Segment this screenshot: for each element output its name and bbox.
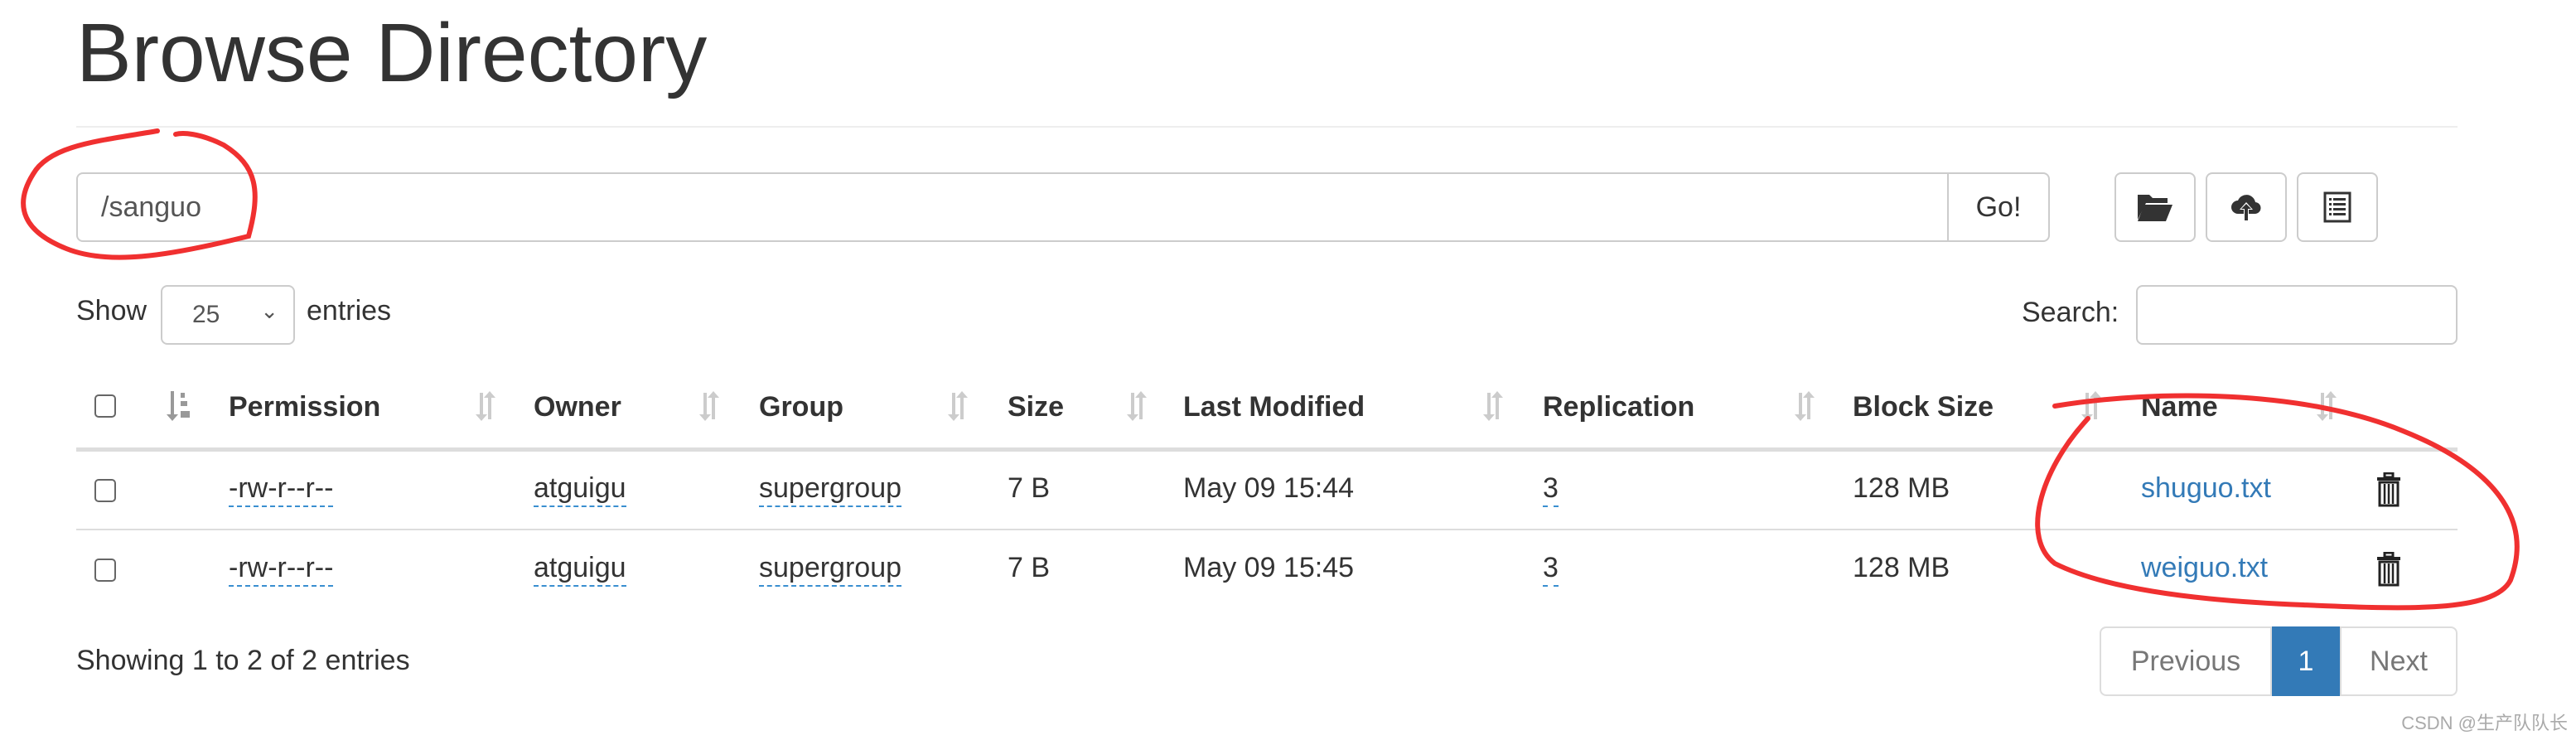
cell-replication-text[interactable]: 3 (1543, 552, 1559, 587)
page-size-select[interactable]: 25 ⌄ (161, 285, 295, 345)
cell-name[interactable]: weiguo.txt (2141, 552, 2268, 584)
cell-size-text: 7 B (1008, 552, 1051, 583)
cell-replication-text[interactable]: 3 (1543, 472, 1559, 507)
chevron-down-icon: ⌄ (260, 298, 278, 323)
go-button[interactable]: Go! (1947, 172, 2050, 242)
cell-size: 7 B (1008, 552, 1050, 584)
divider (76, 126, 2458, 128)
cell-last-modified-text: May 09 15:45 (1183, 552, 1355, 583)
column-group[interactable]: Group (759, 391, 843, 423)
cell-permission-text[interactable]: -rw-r--r-- (229, 552, 334, 587)
cell-owner-text[interactable]: atguigu (534, 552, 626, 587)
cell-block-size-text: 128 MB (1853, 552, 1950, 583)
sort-icon[interactable] (2080, 389, 2105, 423)
sort-icon[interactable] (1793, 389, 1818, 423)
sort-icon[interactable] (2315, 389, 2340, 423)
cell-group-text[interactable]: supergroup (759, 472, 902, 507)
entries-label: entries (307, 295, 392, 326)
watermark: CSDN @生产队队长 (2401, 713, 2568, 733)
search-label: Search: (2022, 297, 2119, 328)
sort-icon[interactable] (1125, 389, 1150, 423)
cell-last-modified-text: May 09 15:44 (1183, 472, 1355, 504)
cell-block-size: 128 MB (1853, 472, 1950, 505)
next-button[interactable]: Next (2340, 626, 2458, 696)
cell-replication[interactable]: 3 (1543, 472, 1559, 507)
page-1-button[interactable]: 1 (2272, 626, 2340, 696)
column-permission[interactable]: Permission (229, 391, 380, 423)
cell-permission-text[interactable]: -rw-r--r-- (229, 472, 334, 507)
search-input[interactable] (2136, 285, 2458, 345)
column-replication[interactable]: Replication (1543, 391, 1694, 423)
create-directory-button[interactable] (2114, 172, 2196, 242)
cell-permission[interactable]: -rw-r--r-- (229, 472, 334, 507)
row-checkbox[interactable] (94, 559, 116, 582)
cell-owner-text[interactable]: atguigu (534, 472, 626, 507)
pagination: Previous 1 Next (2100, 626, 2458, 696)
cell-group[interactable]: supergroup (759, 472, 902, 507)
cell-owner[interactable]: atguigu (534, 552, 626, 587)
cell-block-size-text: 128 MB (1853, 472, 1950, 504)
cell-size-text: 7 B (1008, 472, 1051, 504)
cell-size: 7 B (1008, 472, 1050, 505)
cell-name[interactable]: shuguo.txt (2141, 472, 2271, 505)
cell-name-text[interactable]: shuguo.txt (2141, 472, 2271, 504)
cell-permission[interactable]: -rw-r--r-- (229, 552, 334, 587)
path-input[interactable] (76, 172, 1949, 242)
sort-icon[interactable] (698, 389, 723, 423)
folder-open-icon (2138, 195, 2172, 221)
row-checkbox[interactable] (94, 479, 116, 502)
cell-replication[interactable]: 3 (1543, 552, 1559, 587)
cell-group[interactable]: supergroup (759, 552, 902, 587)
cloud-upload-icon (2231, 195, 2261, 221)
cell-group-text[interactable]: supergroup (759, 552, 902, 587)
cell-block-size: 128 MB (1853, 552, 1950, 584)
select-all-checkbox[interactable] (94, 394, 116, 418)
header-divider (76, 447, 2458, 452)
trash-icon[interactable] (2376, 472, 2401, 507)
cut-paste-button[interactable] (2297, 172, 2378, 242)
cell-last-modified: May 09 15:45 (1183, 552, 1354, 584)
cell-name-text[interactable]: weiguo.txt (2141, 552, 2268, 583)
page-size-value: 25 (192, 301, 220, 328)
column-size[interactable]: Size (1008, 391, 1064, 423)
sort-icon[interactable] (1481, 389, 1506, 423)
column-block-size[interactable]: Block Size (1853, 391, 1994, 423)
row-divider (76, 529, 2458, 530)
cell-last-modified: May 09 15:44 (1183, 472, 1354, 505)
upload-button[interactable] (2206, 172, 2287, 242)
column-name[interactable]: Name (2141, 391, 2218, 423)
sort-ascending-icon[interactable] (166, 389, 191, 423)
column-owner[interactable]: Owner (534, 391, 621, 423)
page-title: Browse Directory (76, 7, 708, 99)
previous-button[interactable]: Previous (2100, 626, 2272, 696)
sort-icon[interactable] (946, 389, 971, 423)
trash-icon[interactable] (2376, 552, 2401, 587)
show-label: Show (76, 295, 147, 326)
list-alt-icon (2323, 191, 2351, 223)
table-info: Showing 1 to 2 of 2 entries (76, 645, 410, 676)
column-last-modified[interactable]: Last Modified (1183, 391, 1365, 423)
cell-owner[interactable]: atguigu (534, 472, 626, 507)
sort-icon[interactable] (474, 389, 499, 423)
